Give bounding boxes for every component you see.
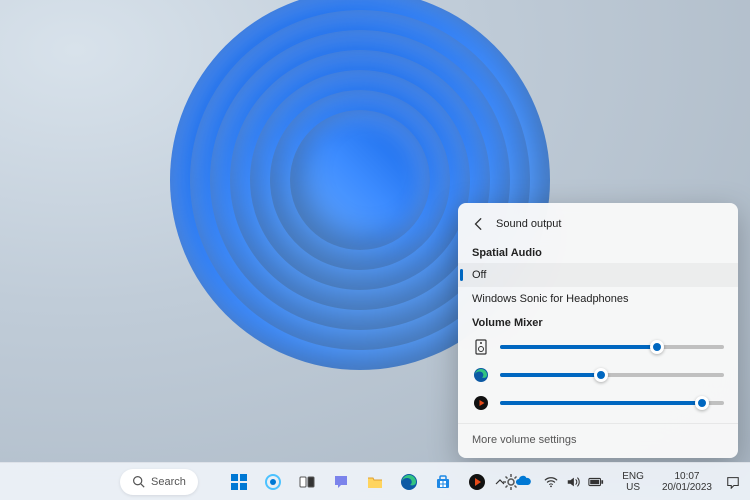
taskbar-copilot[interactable] [258, 467, 288, 497]
folder-icon [366, 473, 384, 491]
more-volume-settings[interactable]: More volume settings [458, 423, 738, 448]
sound-output-popup: Sound output Spatial Audio Off Windows S… [458, 203, 738, 458]
edge-icon [400, 473, 418, 491]
taskbar-chat[interactable] [326, 467, 356, 497]
search-icon [132, 475, 145, 488]
desktop: Sound output Spatial Audio Off Windows S… [0, 0, 750, 500]
media-player-icon [468, 473, 486, 491]
start-button[interactable] [224, 467, 254, 497]
spatial-option-off[interactable]: Off [458, 263, 738, 287]
wifi-icon [544, 475, 558, 489]
mixer-row-media [458, 389, 738, 417]
task-view-icon [298, 473, 316, 491]
tray-system-icons[interactable] [536, 473, 612, 491]
chevron-up-icon [495, 477, 505, 487]
taskbar-edge[interactable] [394, 467, 424, 497]
media-icon [472, 394, 490, 412]
clock-date: 20/01/2023 [662, 482, 712, 493]
tray-chevron[interactable] [490, 467, 510, 497]
taskbar: Search [0, 462, 750, 500]
tray-clock[interactable]: 10:07 20/01/2023 [654, 469, 720, 495]
windows-icon [230, 473, 248, 491]
edge-icon [472, 366, 490, 384]
store-icon [434, 473, 452, 491]
notification-icon [726, 475, 740, 489]
lang-primary: ENG [622, 471, 644, 482]
taskbar-task-view[interactable] [292, 467, 322, 497]
taskbar-explorer[interactable] [360, 467, 390, 497]
spatial-option-sonic[interactable]: Windows Sonic for Headphones [458, 287, 738, 311]
lang-secondary: US [622, 482, 644, 493]
taskbar-media-player[interactable] [462, 467, 492, 497]
battery-icon [588, 475, 604, 489]
volume-icon [566, 475, 580, 489]
tray-onedrive[interactable] [512, 467, 534, 497]
mixer-row-edge [458, 361, 738, 389]
volume-slider-speaker[interactable] [500, 345, 724, 349]
back-icon[interactable] [472, 217, 486, 231]
chat-icon [332, 473, 350, 491]
copilot-icon [264, 473, 282, 491]
volume-slider-media[interactable] [500, 401, 724, 405]
mixer-row-speaker [458, 333, 738, 361]
taskbar-store[interactable] [428, 467, 458, 497]
volume-mixer-title: Volume Mixer [458, 311, 738, 333]
search-label: Search [151, 476, 186, 488]
spatial-audio-title: Spatial Audio [458, 241, 738, 263]
cloud-icon [515, 474, 531, 490]
speaker-icon [472, 338, 490, 356]
tray-notifications[interactable] [722, 467, 744, 497]
volume-slider-edge[interactable] [500, 373, 724, 377]
tray-language[interactable]: ENG US [614, 469, 652, 495]
search-button[interactable]: Search [120, 469, 198, 495]
clock-time: 10:07 [662, 471, 712, 482]
popup-title: Sound output [496, 218, 561, 230]
